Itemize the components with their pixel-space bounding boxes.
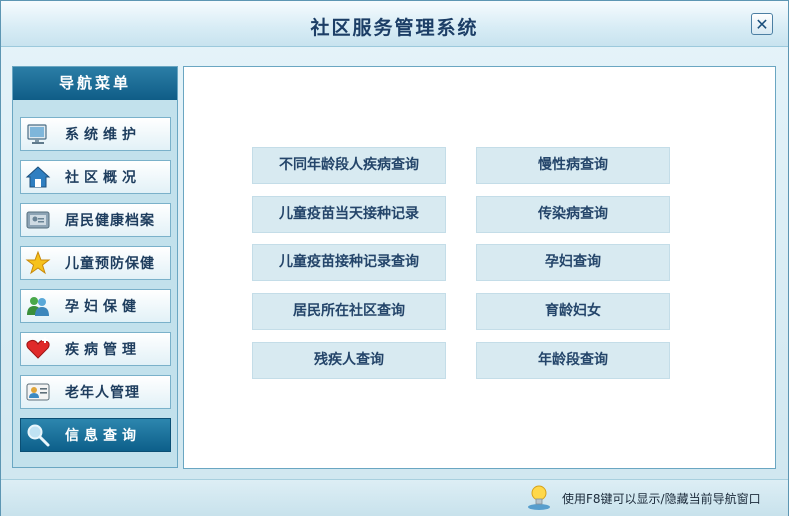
nav-item-label: 信息查询: [65, 428, 141, 444]
nav-item-label: 儿童预防保健: [65, 256, 155, 272]
nav-item-maternal-care[interactable]: 孕妇保健: [20, 289, 171, 323]
people-icon: [25, 293, 51, 319]
window-title: 社区服务管理系统: [310, 17, 479, 39]
title-bar: 社区服务管理系统 ✕: [1, 1, 788, 47]
nav-item-label: 居民健康档案: [65, 213, 155, 229]
close-icon: ✕: [755, 15, 769, 34]
lightbulb-icon: [526, 483, 552, 511]
navigation-menu: 导航菜单 系统维护 社区概况 居民健康档案 儿童预防保健 孕妇保健 疾病管理 老…: [12, 66, 178, 468]
id-card-icon: [25, 379, 51, 405]
nav-item-elderly-management[interactable]: 老年人管理: [20, 375, 171, 409]
monitor-icon: [25, 121, 51, 147]
query-button-infectious-disease[interactable]: 传染病查询: [476, 196, 670, 233]
home-icon: [25, 164, 51, 190]
query-button-disabled-persons[interactable]: 残疾人查询: [252, 342, 446, 379]
query-button-child-vaccination-records[interactable]: 儿童疫苗接种记录查询: [252, 244, 446, 281]
nav-item-system-maintenance[interactable]: 系统维护: [20, 117, 171, 151]
content-panel: 不同年龄段人疾病查询 儿童疫苗当天接种记录 儿童疫苗接种记录查询 居民所在社区查…: [183, 66, 776, 469]
nav-item-label: 老年人管理: [65, 385, 140, 401]
query-button-age-group[interactable]: 年龄段查询: [476, 342, 670, 379]
nav-item-disease-management[interactable]: 疾病管理: [20, 332, 171, 366]
query-button-child-vaccination-today[interactable]: 儿童疫苗当天接种记录: [252, 196, 446, 233]
nav-item-label: 社区概况: [65, 170, 141, 186]
star-icon: [25, 250, 51, 276]
nav-item-information-query[interactable]: 信息查询: [20, 418, 171, 452]
nav-item-community-overview[interactable]: 社区概况: [20, 160, 171, 194]
query-button-chronic-disease[interactable]: 慢性病查询: [476, 147, 670, 184]
magnifier-icon: [25, 422, 51, 448]
nav-item-resident-health-records[interactable]: 居民健康档案: [20, 203, 171, 237]
status-bar: 使用F8键可以显示/隐藏当前导航窗口: [1, 479, 788, 516]
nav-item-child-preventive-care[interactable]: 儿童预防保健: [20, 246, 171, 280]
query-button-pregnant-women[interactable]: 孕妇查询: [476, 244, 670, 281]
main-window: 社区服务管理系统 ✕ 导航菜单 系统维护 社区概况 居民健康档案 儿童预防保健 …: [0, 0, 789, 516]
close-button[interactable]: ✕: [751, 13, 773, 35]
query-button-disease-by-age-group[interactable]: 不同年龄段人疾病查询: [252, 147, 446, 184]
nav-item-label: 孕妇保健: [65, 299, 141, 315]
query-button-resident-community[interactable]: 居民所在社区查询: [252, 293, 446, 330]
photo-id-icon: [25, 207, 51, 233]
heart-icon: [25, 336, 51, 362]
query-button-childbearing-age-women[interactable]: 育龄妇女: [476, 293, 670, 330]
nav-item-label: 系统维护: [65, 127, 141, 143]
nav-item-label: 疾病管理: [65, 342, 141, 358]
navigation-menu-title: 导航菜单: [13, 67, 177, 100]
status-hint-text: 使用F8键可以显示/隐藏当前导航窗口: [562, 492, 761, 506]
